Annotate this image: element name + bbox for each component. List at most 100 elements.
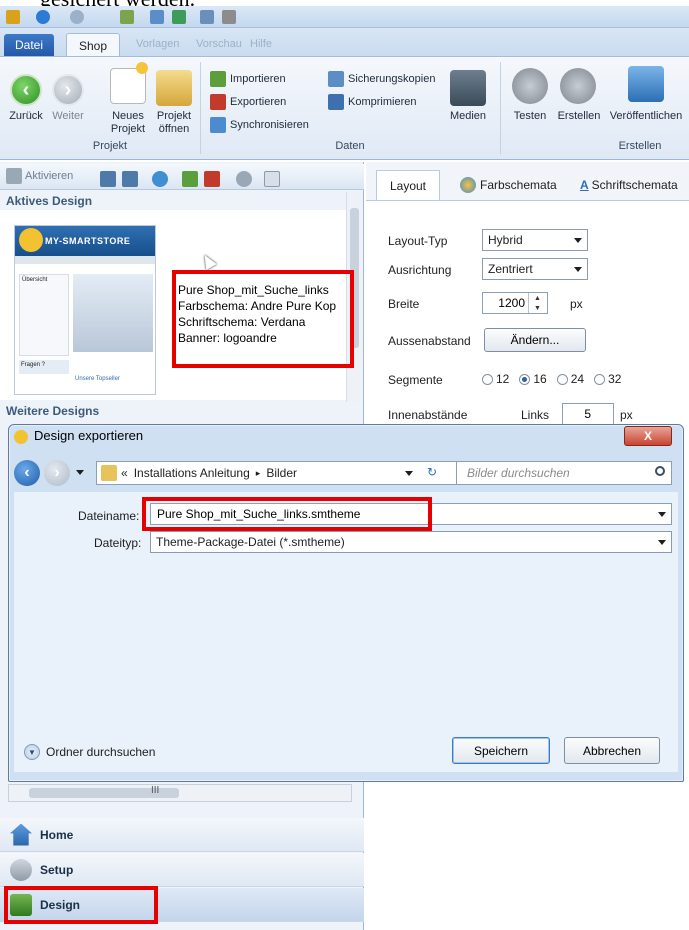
quick-access-icon[interactable] bbox=[222, 10, 236, 24]
test-label[interactable]: Testen bbox=[504, 110, 556, 123]
filename-label: Dateiname: bbox=[78, 509, 140, 523]
layout-type-select[interactable]: Hybrid bbox=[482, 229, 588, 251]
export-design-icon[interactable] bbox=[204, 171, 220, 187]
margin-change-button[interactable]: Ändern... bbox=[484, 328, 586, 352]
publish-icon[interactable] bbox=[628, 66, 664, 102]
close-button[interactable]: X bbox=[624, 426, 672, 446]
breadcrumb-installations-anleitung[interactable]: Installations Anleitung bbox=[134, 466, 250, 480]
filetype-label: Dateityp: bbox=[94, 536, 142, 550]
radio-icon bbox=[594, 373, 606, 385]
gears-build-icon[interactable] bbox=[560, 68, 596, 104]
padding-value: 5 bbox=[584, 407, 591, 421]
media-label[interactable]: Medien bbox=[440, 110, 496, 123]
chevron-down-icon bbox=[574, 238, 582, 243]
forward-nav-icon[interactable]: › bbox=[44, 460, 70, 486]
compress-button[interactable]: Komprimieren bbox=[328, 93, 416, 111]
import-design-icon[interactable] bbox=[182, 171, 198, 187]
segment-option[interactable]: 16 bbox=[519, 372, 547, 386]
save-button[interactable]: Speichern bbox=[452, 737, 550, 764]
view-dropdown-icon[interactable] bbox=[264, 171, 280, 187]
chevron-down-icon bbox=[658, 540, 666, 545]
tab-file[interactable]: Datei bbox=[4, 34, 54, 56]
tab-layout[interactable]: Layout bbox=[376, 170, 440, 200]
segments-radio-group: 12 16 24 32 bbox=[482, 372, 621, 386]
address-bar[interactable]: « Installations Anleitung ▸ Bilder ↻ bbox=[96, 461, 476, 485]
forward-button-icon[interactable]: › bbox=[52, 74, 84, 106]
refresh-icon[interactable] bbox=[152, 171, 168, 187]
import-button[interactable]: Importieren bbox=[210, 70, 286, 88]
open-folder-icon[interactable] bbox=[156, 70, 192, 106]
refresh-path-icon[interactable]: ↻ bbox=[427, 465, 437, 479]
sync-button[interactable]: Synchronisieren bbox=[210, 116, 309, 134]
quick-access-icon[interactable] bbox=[150, 10, 164, 24]
active-design-thumbnail[interactable]: MY-SMARTSTORE Übersicht Fragen ? Unsere … bbox=[14, 225, 156, 395]
chevron-down-icon[interactable] bbox=[405, 471, 413, 476]
publish-label[interactable]: Veröffentlichen bbox=[604, 110, 688, 123]
search-icon[interactable] bbox=[655, 466, 665, 476]
browse-folders-label: Ordner durchsuchen bbox=[46, 745, 156, 759]
export-icon bbox=[210, 94, 226, 110]
font-icon: A bbox=[580, 178, 589, 192]
nav-setup[interactable]: Setup bbox=[0, 853, 364, 887]
back-icon[interactable] bbox=[36, 10, 50, 24]
nav-home-label: Home bbox=[40, 827, 74, 842]
quick-access-icon[interactable] bbox=[120, 10, 134, 24]
tab-color-schemes-label: Farbschemata bbox=[480, 178, 557, 192]
media-icon[interactable] bbox=[450, 70, 486, 106]
tab-color-schemes[interactable]: Farbschemata bbox=[460, 170, 557, 200]
search-input[interactable]: Bilder durchsuchen bbox=[456, 461, 672, 485]
alignment-select[interactable]: Zentriert bbox=[482, 258, 588, 280]
back-nav-icon[interactable]: ‹ bbox=[14, 460, 40, 486]
filename-highlight bbox=[142, 497, 432, 531]
history-dropdown-icon[interactable] bbox=[76, 470, 84, 475]
ribbon-divider bbox=[500, 62, 501, 154]
backups-button[interactable]: Sicherungskopien bbox=[328, 70, 435, 88]
build-label[interactable]: Erstellen bbox=[552, 110, 606, 123]
padding-input[interactable]: 5 bbox=[562, 403, 614, 425]
back-button-label[interactable]: Zurück bbox=[2, 110, 50, 123]
segment-option[interactable]: 12 bbox=[482, 372, 509, 386]
tab-templates[interactable]: Vorlagen bbox=[136, 38, 179, 50]
horizontal-scrollbar[interactable]: III bbox=[8, 784, 352, 802]
browse-folders-toggle[interactable]: ▼ Ordner durchsuchen bbox=[24, 744, 155, 760]
activate-button[interactable]: Aktivieren bbox=[6, 168, 73, 184]
activate-label: Aktivieren bbox=[25, 170, 74, 182]
tab-help[interactable]: Hilfe bbox=[250, 38, 272, 50]
tab-preview[interactable]: Vorschau bbox=[196, 38, 242, 50]
tab-font-schemes[interactable]: A Schriftschemata bbox=[580, 170, 678, 200]
tab-shop[interactable]: Shop bbox=[66, 33, 120, 57]
back-button-icon[interactable]: ‹ bbox=[10, 74, 42, 106]
export-button[interactable]: Exportieren bbox=[210, 93, 286, 111]
forward-button-label[interactable]: Weiter bbox=[44, 110, 92, 123]
group-label-erstellen: Erstellen bbox=[618, 140, 662, 152]
nav-home[interactable]: Home bbox=[0, 818, 364, 852]
gears-test-icon[interactable] bbox=[512, 68, 548, 104]
forward-icon[interactable] bbox=[70, 10, 84, 24]
segment-option-label: 12 bbox=[496, 372, 510, 386]
import-icon bbox=[210, 71, 226, 87]
breadcrumb-bilder[interactable]: Bilder bbox=[266, 466, 297, 480]
chevron-down-icon[interactable] bbox=[658, 512, 666, 517]
segment-option[interactable]: 32 bbox=[594, 372, 621, 386]
compress-label: Komprimieren bbox=[348, 96, 417, 108]
open-project-label[interactable]: Projekt öffnen bbox=[146, 110, 202, 136]
thumbnail-faq: Fragen ? bbox=[19, 360, 69, 374]
width-value: 1200 bbox=[498, 296, 525, 310]
save-as-icon[interactable] bbox=[122, 171, 138, 187]
save-icon[interactable] bbox=[100, 171, 116, 187]
width-spinner[interactable]: ▲ ▼ bbox=[528, 293, 546, 313]
segment-option[interactable]: 24 bbox=[556, 372, 584, 386]
zoom-icon[interactable] bbox=[236, 171, 252, 187]
breadcrumb-separator: ▸ bbox=[255, 467, 261, 478]
quick-access-icon[interactable] bbox=[172, 10, 186, 24]
design-color-scheme: Farbschema: Andre Pure Kop bbox=[178, 299, 337, 313]
quick-access-icon[interactable] bbox=[200, 10, 214, 24]
tab-font-schemes-label: Schriftschemata bbox=[591, 178, 678, 192]
segments-label: Segmente bbox=[388, 373, 443, 387]
padding-side-label: Links bbox=[521, 408, 550, 422]
breadcrumb-overflow[interactable]: « bbox=[121, 466, 128, 480]
filetype-select[interactable]: Theme-Package-Datei (*.smtheme) bbox=[150, 531, 672, 553]
group-label-daten: Daten bbox=[335, 140, 365, 152]
cancel-button[interactable]: Abbrechen bbox=[564, 737, 660, 764]
design-info: Pure Shop_mit_Suche_links Farbschema: An… bbox=[178, 282, 348, 346]
